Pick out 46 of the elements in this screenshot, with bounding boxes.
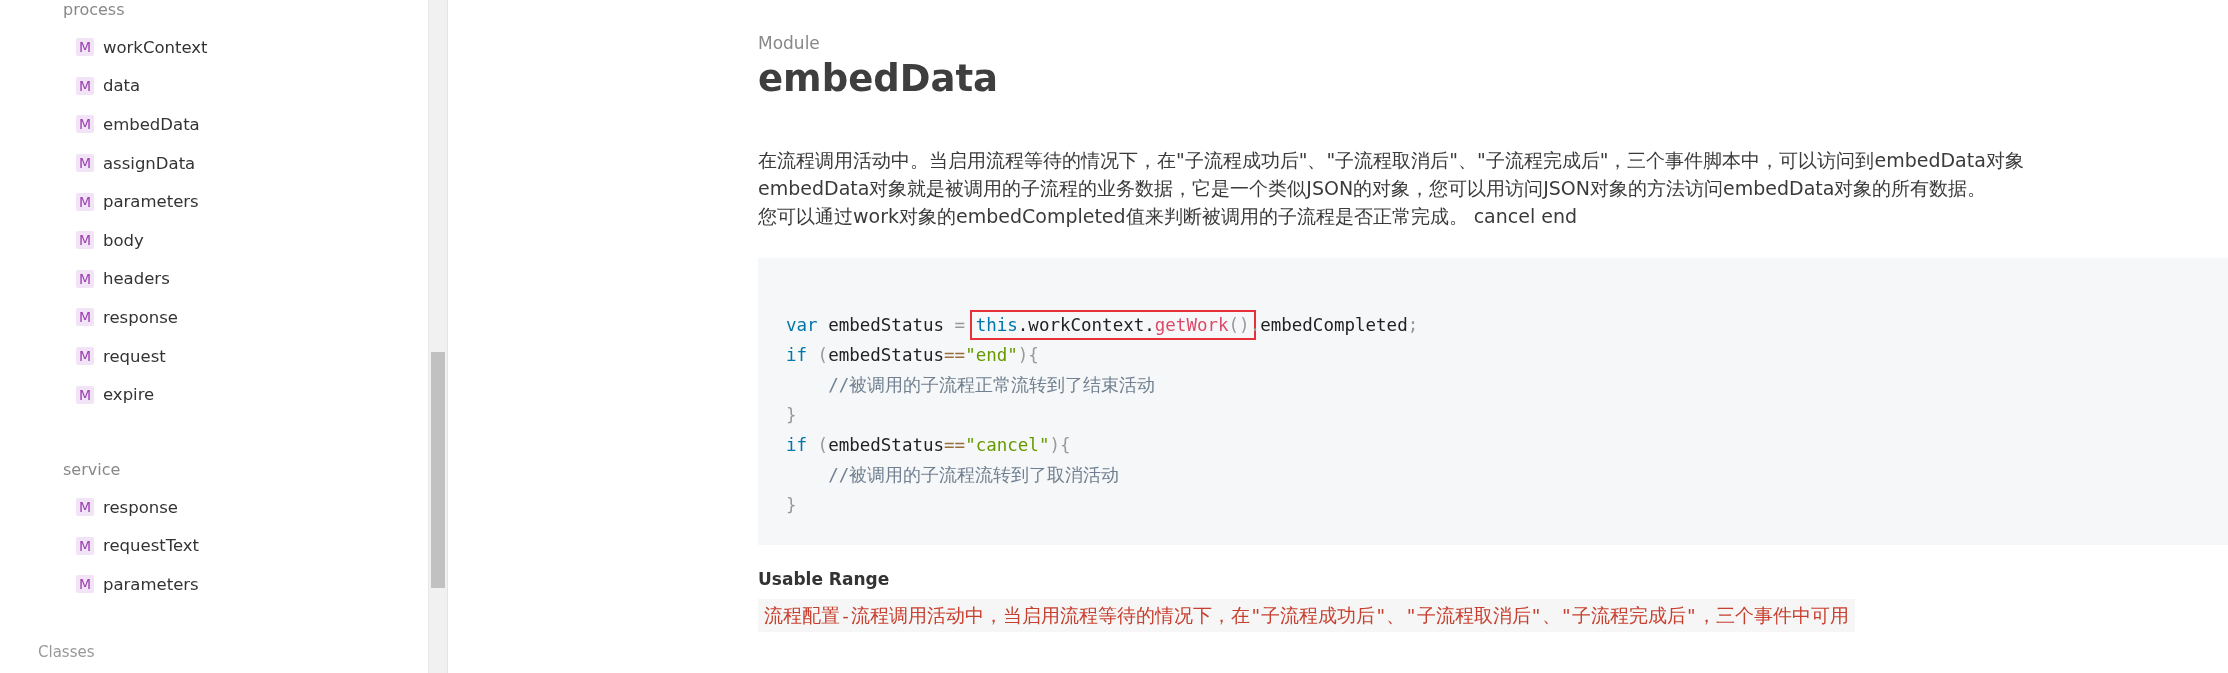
scrollbar[interactable] — [428, 0, 447, 673]
method-badge: M — [76, 536, 94, 555]
code-text: } — [786, 405, 797, 425]
method-badge: M — [76, 347, 94, 366]
method-badge: M — [76, 575, 94, 594]
method-badge: M — [76, 154, 94, 173]
nav-group-title: process — [62, 0, 126, 21]
method-badge: M — [76, 231, 94, 250]
nav-link[interactable]: request — [103, 346, 166, 366]
code-text: if (embedStatus=="end"){ — [786, 345, 1039, 365]
method-badge: M — [76, 192, 94, 211]
page-title: embedData — [758, 56, 1000, 102]
nav-section-title: Classes — [38, 641, 96, 662]
code-text: var embedStatus = — [786, 315, 967, 335]
description-text: embedData对象就是被调用的子流程的业务数据，它是一个类似JSON的对象，您可以用访问JSON对象的方法访问embedData对象的所有数据。 — [758, 176, 1988, 201]
method-badge: M — [76, 385, 94, 404]
code-text: //被调用的子流程正常流转到了结束活动 — [827, 375, 1156, 395]
nav-link[interactable]: requestText — [103, 536, 200, 556]
code-text: //被调用的子流程流转到了取消活动 — [827, 465, 1120, 485]
usable-range-note: 流程配置-流程调用活动中，当启用流程等待的情况下，在"子流程成功后"、"子流程取消后"、"子流程完成后"，三个事件中可用 — [758, 599, 1855, 632]
code-text: } — [786, 495, 797, 515]
method-badge: M — [76, 498, 94, 517]
nav-group-title: service — [62, 458, 122, 481]
method-badge: M — [76, 308, 94, 327]
nav-link[interactable]: headers — [103, 269, 170, 289]
nav-link[interactable]: embedData — [103, 115, 200, 134]
description-text: 在流程调用活动中。当启用流程等待的情况下，在"子流程成功后"、"子流程取消后"、"子流程完成后"，三个事件脚本中，可以访问到embedData对象 — [758, 148, 2025, 173]
method-badge: M — [76, 115, 94, 134]
nav-link[interactable]: expire — [103, 385, 155, 405]
nav-link[interactable]: body — [103, 230, 144, 250]
nav-link[interactable]: workContext — [103, 37, 208, 57]
code-text: .embedCompleted; — [1249, 315, 1419, 335]
nav-link[interactable]: data — [103, 76, 141, 96]
description-text: 您可以通过work对象的embedCompleted值来判断被调用的子流程是否正常完成。 cancel end — [758, 204, 1579, 229]
scrollbar-thumb[interactable] — [431, 352, 445, 588]
nav-link[interactable]: parameters — [103, 574, 199, 594]
code-text: if (embedStatus=="cancel"){ — [786, 435, 1071, 455]
nav-link[interactable]: response — [103, 307, 178, 327]
method-badge: M — [76, 76, 94, 95]
method-badge: M — [76, 269, 94, 288]
module-label: Module — [758, 32, 821, 54]
section-heading: Usable Range — [758, 569, 891, 589]
nav-link[interactable]: parameters — [103, 192, 199, 212]
method-badge: M — [76, 38, 94, 57]
nav-link[interactable]: response — [103, 497, 178, 517]
nav-link[interactable]: assignData — [103, 153, 196, 173]
